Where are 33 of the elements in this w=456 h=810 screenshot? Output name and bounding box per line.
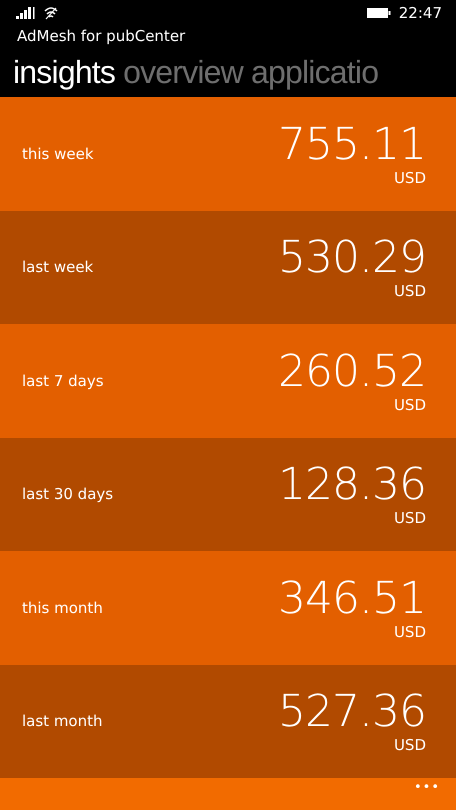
battery-icon — [366, 8, 391, 18]
earnings-row[interactable]: this month 346.51 USD — [0, 551, 456, 664]
earnings-value: 527.36 — [278, 688, 426, 736]
currency-label: USD — [394, 622, 426, 641]
earnings-row[interactable]: last week 530.29 USD — [0, 210, 456, 324]
earnings-row[interactable]: last month 527.36 USD — [0, 664, 456, 778]
currency-label: USD — [394, 282, 426, 300]
period-label: last 7 days — [22, 370, 104, 392]
earnings-value: 530.29 — [278, 234, 426, 282]
app-title: AdMesh for pubCenter — [16, 26, 186, 46]
currency-label: USD — [394, 168, 426, 187]
earnings-value: 755.11 — [278, 120, 426, 169]
more-button[interactable]: ••• — [414, 778, 440, 798]
earnings-row[interactable]: last 7 days 260.52 USD — [0, 324, 456, 438]
period-label: last week — [22, 257, 94, 278]
earnings-value: 260.52 — [278, 348, 426, 396]
period-label: last 30 days — [22, 484, 114, 505]
currency-label: USD — [394, 736, 426, 754]
earnings-row[interactable]: last 30 days 128.36 USD — [0, 438, 456, 551]
pivot-tab[interactable]: overview — [123, 46, 251, 97]
signal-icon — [16, 7, 36, 19]
period-label: this month — [22, 598, 103, 618]
earnings-value: 128.36 — [278, 461, 426, 510]
pivot-tab[interactable]: insights — [13, 46, 124, 97]
pivot-tab[interactable]: applicatio — [250, 46, 386, 97]
period-label: last month — [22, 711, 103, 732]
currency-label: USD — [394, 509, 426, 528]
earnings-value: 346.51 — [278, 574, 426, 623]
clock-time: 22:47 — [398, 2, 442, 24]
currency-label: USD — [394, 396, 426, 414]
period-label: this week — [22, 144, 94, 164]
wifi-icon — [44, 6, 58, 20]
earnings-row[interactable]: this week 755.11 USD — [0, 97, 456, 210]
